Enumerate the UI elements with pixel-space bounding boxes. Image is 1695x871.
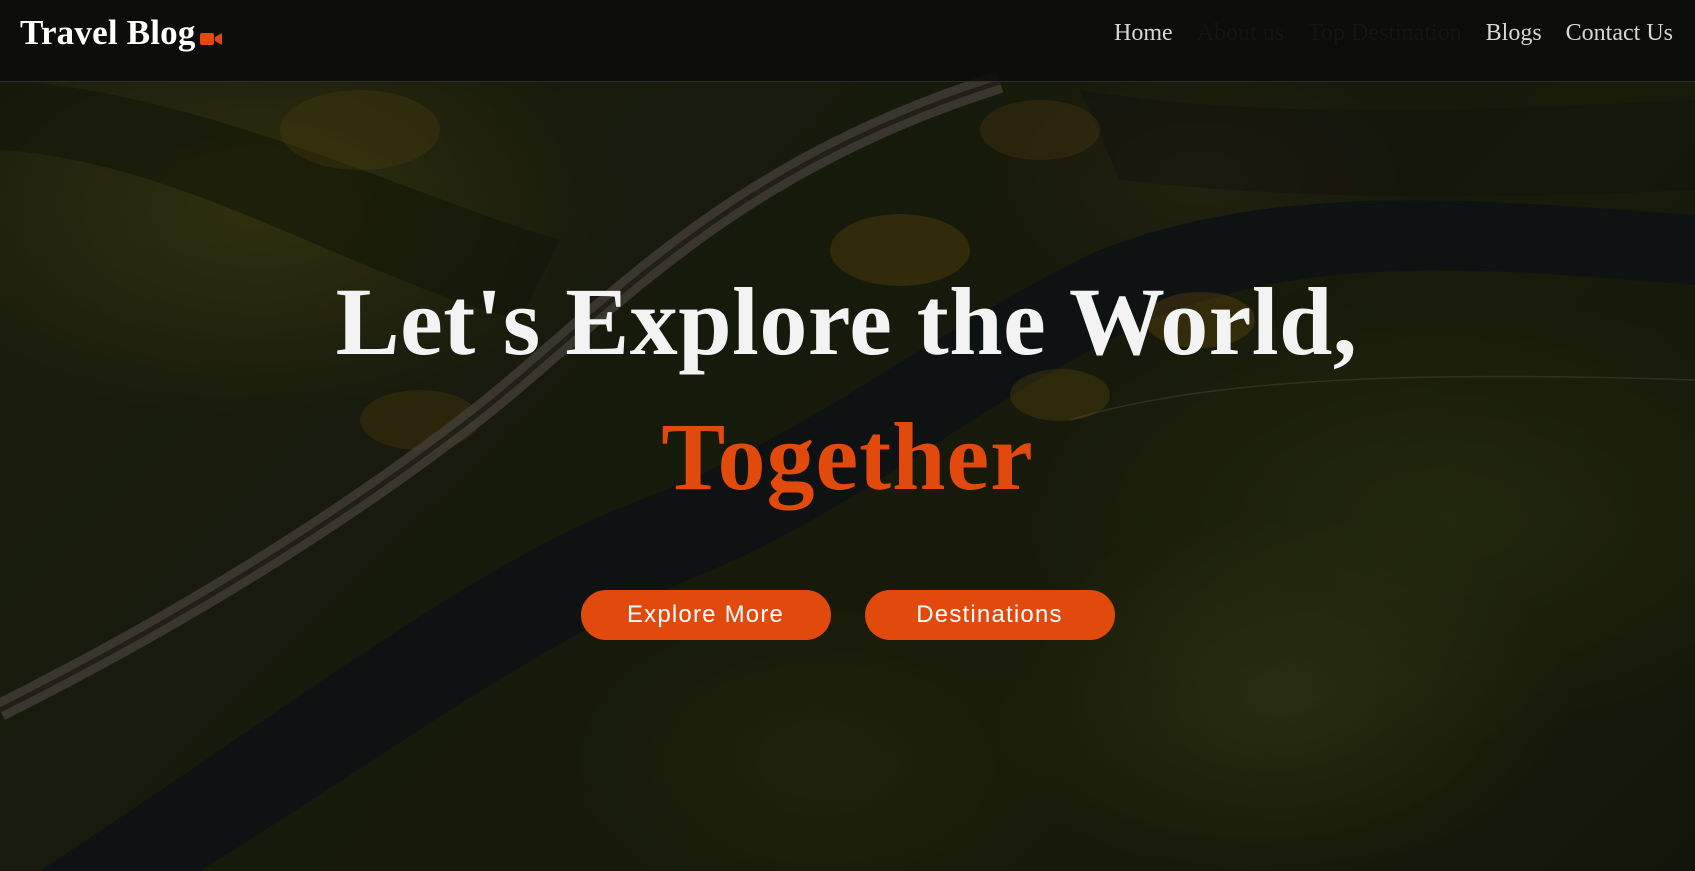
hero-highlight-text: Together xyxy=(661,403,1034,510)
nav-link-home[interactable]: Home xyxy=(1114,16,1173,50)
destinations-button[interactable]: Destinations xyxy=(864,590,1115,640)
main-navigation: Home About us Top Destination Blogs Cont… xyxy=(1114,16,1673,50)
nav-link-about-us[interactable]: About us xyxy=(1197,16,1284,50)
hero-title: Let's Explore the World, xyxy=(335,268,1358,375)
video-camera-icon xyxy=(199,31,223,47)
explore-more-button[interactable]: Explore More xyxy=(580,590,831,640)
hero-section: Let's Explore the World, Together xyxy=(0,262,1695,512)
brand-logo-link[interactable]: Travel Blog xyxy=(20,12,223,54)
nav-link-top-destination[interactable]: Top Destination xyxy=(1308,16,1462,50)
hero-button-group: Explore More Destinations xyxy=(0,590,1695,640)
nav-link-contact-us[interactable]: Contact Us xyxy=(1566,16,1673,50)
site-header: Travel Blog Home About us Top Destinatio… xyxy=(0,0,1695,82)
brand-name: Travel Blog xyxy=(20,13,196,52)
nav-link-blogs[interactable]: Blogs xyxy=(1486,16,1542,50)
